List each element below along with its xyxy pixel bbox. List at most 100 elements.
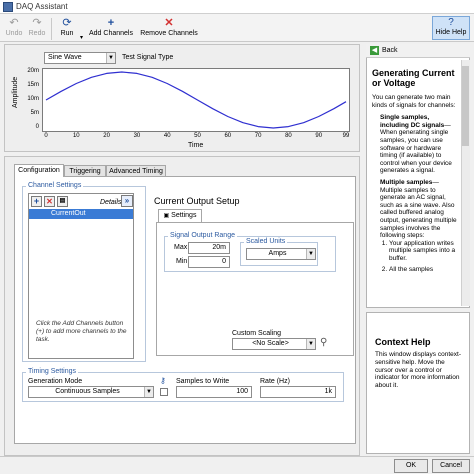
rate-label: Rate (Hz) [260,378,290,385]
app-icon [3,2,13,12]
help-step: All the samples [389,266,458,274]
chevron-down-icon: ▼ [144,387,153,397]
signal-type-value: Sine Wave [48,54,82,61]
help-scrollbar-thumb[interactable] [462,66,469,146]
signal-output-range-label: Signal Output Range [168,232,237,239]
tab-settings[interactable]: ▣ Settings [158,209,202,222]
lock-icon: ⚷ [160,376,166,385]
generation-mode-select[interactable]: Continuous Samples ▼ [28,386,154,398]
scaled-units-value: Amps [268,250,287,257]
min-value-field[interactable]: 0 [188,256,230,268]
x-tick-label: 20 [103,133,110,139]
y-tick-label: 15m [27,82,39,88]
help-bullet-title: Multiple samples [380,178,433,186]
custom-scaling-label: Custom Scaling [232,330,282,337]
help-icon: ? [448,17,454,28]
undo-button[interactable]: ↶ Undo [3,16,25,37]
add-icon: + [107,17,115,29]
add-channels-button[interactable]: + Add Channels [88,16,134,37]
scaled-units-label: Scaled Units [244,238,288,245]
signal-type-label: Test Signal Type [122,54,174,61]
toolbar: ↶ Undo ↷ Redo ⟳ Run ▾ + Add Channels ✕ R… [0,14,474,42]
help-bullet-text: —Multiple samples to generate an AC sign… [380,178,457,240]
chevron-down-icon: ▼ [306,339,315,349]
hide-help-button[interactable]: ? Hide Help [432,16,470,40]
create-scale-icon[interactable]: ⚲ [320,337,327,348]
dialog-button-bar: OK Cancel [0,456,474,474]
back-link[interactable]: Back [382,47,398,54]
x-tick-label: 99 [342,133,350,139]
help-list-item: Single samples, including DC signals—Whe… [380,114,458,175]
redo-label: Redo [28,30,46,37]
rate-field[interactable]: 1k [260,386,336,398]
remove-channel-icon[interactable]: ✕ [44,196,55,207]
scaled-units-select[interactable]: Amps ▼ [246,248,316,260]
y-tick-label: 5m [30,110,39,116]
chevron-down-icon: ▼ [106,53,115,63]
undo-label: Undo [5,30,23,37]
undo-icon: ↶ [9,17,19,29]
channel-settings-label: Channel Settings [26,182,84,189]
y-tick-label: 10m [27,96,39,102]
x-tick-label: 30 [133,133,141,139]
x-tick-label: 50 [194,133,201,139]
help-content: Generating Current or Voltage You can ge… [372,62,458,306]
x-tick-label: 70 [254,133,262,139]
generation-mode-label: Generation Mode [28,378,83,385]
details-expand-icon[interactable]: » [121,195,133,207]
help-bullet-text: —When generating single samples, you can… [380,121,452,175]
help-list-item: Multiple samples—Multiple samples to gen… [380,179,458,274]
add-channel-hint: Click the Add Channels button (+) to add… [36,320,127,343]
x-axis-label: Time [188,142,204,149]
run-button[interactable]: ⟳ Run [55,16,79,37]
x-tick-label: 90 [315,133,323,139]
x-tick-label: 0 [44,133,48,139]
timing-settings-label: Timing Settings [26,368,78,375]
signal-plot [42,68,350,132]
signal-chart [45,71,347,129]
max-value-field[interactable]: 20m [188,242,230,254]
add-channels-label: Add Channels [89,30,133,37]
rename-channel-icon[interactable]: ▤ [57,196,68,207]
add-channel-icon[interactable]: + [31,196,42,207]
help-steps: Your application writes multiple samples… [380,240,458,274]
window-title: DAQ Assistant [16,2,68,11]
ok-button[interactable]: OK [394,459,428,473]
help-intro: You can generate two main kinds of signa… [372,94,456,109]
run-icon: ⟳ [62,17,72,29]
samples-to-write-label: Samples to Write [176,378,230,385]
cancel-button[interactable]: Cancel [432,459,470,473]
title-bar: DAQ Assistant [0,0,474,14]
lock-checkbox[interactable] [160,388,168,396]
remove-icon: ✕ [164,17,174,29]
toolbar-separator [51,18,52,40]
context-help-pane: Context Help This window displays contex… [366,312,470,454]
x-tick-label: 10 [72,133,80,139]
redo-button[interactable]: ↷ Redo [26,16,48,37]
setup-title: Current Output Setup [154,196,240,206]
tab-configuration[interactable]: Configuration [14,164,64,177]
max-label: Max [174,244,188,251]
y-tick-label: 20m [27,68,39,74]
channel-list-item[interactable]: CurrentOut [29,209,133,219]
samples-to-write-field[interactable]: 100 [176,386,252,398]
y-tick-label: 0 [35,124,39,130]
context-help-title: Context Help [375,337,431,347]
signal-type-select[interactable]: Sine Wave ▼ [44,52,116,64]
details-label: Details [100,199,122,206]
run-dropdown-icon[interactable]: ▾ [80,34,83,41]
help-navigation: ◀ Back [366,44,470,58]
help-bullet-title: Single samples, including DC signals [380,114,445,129]
min-label: Min [176,258,188,265]
custom-scaling-select[interactable]: <No Scale> ▼ [232,338,316,350]
help-list: Single samples, including DC signals—Whe… [372,114,458,274]
run-label: Run [60,30,74,37]
x-tick-label: 80 [285,133,292,139]
remove-channels-button[interactable]: ✕ Remove Channels [138,16,200,37]
settings-tab-icon: ▣ [163,213,170,219]
back-icon[interactable]: ◀ [370,46,379,55]
x-tick-label: 60 [224,133,232,139]
signal-series-line [45,71,347,129]
context-help-text: This window displays context-sensitive h… [375,351,461,390]
help-step: Your application writes multiple samples… [389,240,458,263]
